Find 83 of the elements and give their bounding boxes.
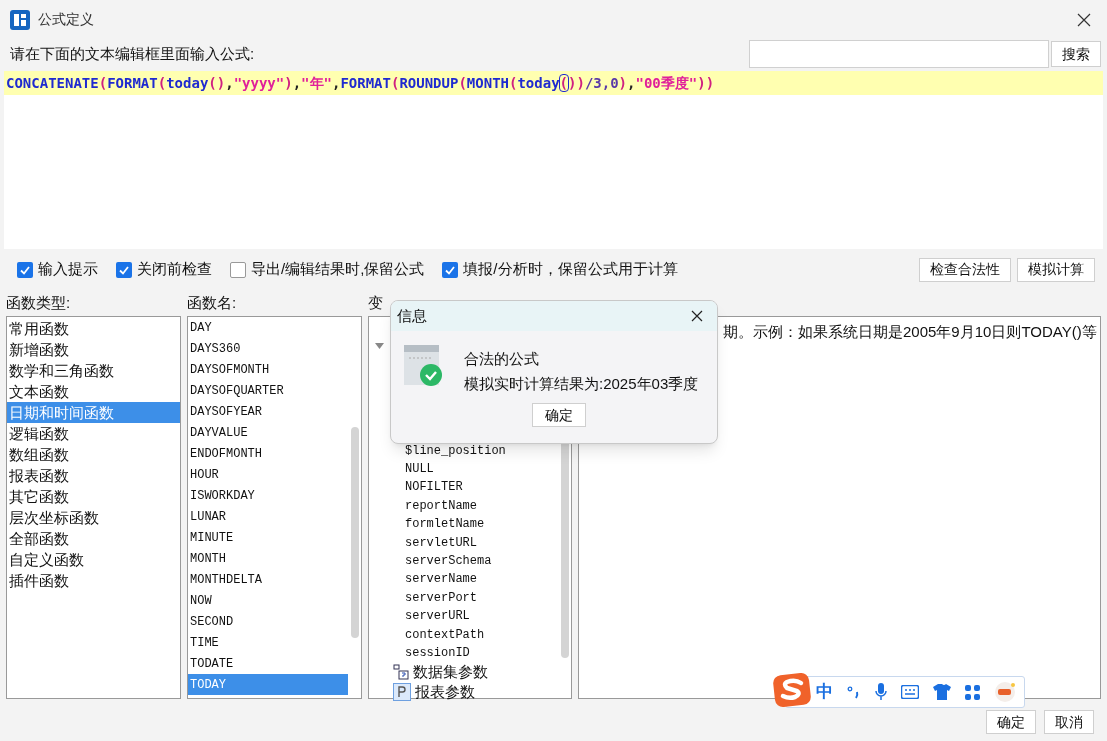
list-item[interactable]: MONTHDELTA — [188, 569, 348, 591]
list-item[interactable]: 文本函数 — [7, 381, 180, 403]
tree-item[interactable]: sessionID — [405, 643, 470, 662]
success-icon — [404, 345, 442, 387]
app-logo-icon — [10, 9, 30, 30]
list-item[interactable]: TODATE — [188, 653, 348, 675]
description-text: 期。示例：如果系统日期是2005年9月10日则TODAY()等 — [723, 323, 1097, 341]
list-item[interactable]: DAYSOFYEAR — [188, 401, 348, 423]
list-item[interactable]: 数学和三角函数 — [7, 360, 180, 382]
list-item[interactable]: DAYS360 — [188, 338, 348, 360]
ime-logo-icon[interactable] — [773, 673, 813, 709]
list-item[interactable]: 自定义函数 — [7, 549, 180, 571]
checkbox[interactable] — [17, 261, 33, 278]
checkbox[interactable] — [116, 261, 132, 278]
list-item[interactable]: SECOND — [188, 611, 348, 633]
tree-item[interactable]: serverURL — [405, 607, 470, 626]
formula-text: CONCATENATE(FORMAT(today(),"yyyy"),"年",FORMAT(ROUNDUP(MONTH(today())/3,0),"00季度")) — [6, 73, 715, 93]
list-item[interactable]: TIME — [188, 632, 348, 654]
list-item[interactable]: 数组函数 — [7, 444, 180, 466]
button[interactable]: 取消 — [1044, 710, 1094, 735]
tree-item[interactable]: contextPath — [405, 625, 485, 644]
dialog-message: 模拟实时计算结果为:2025年03季度 — [464, 373, 699, 394]
scrollbar-thumb[interactable] — [350, 427, 359, 639]
dataset-param-icon — [393, 664, 409, 681]
list-item[interactable]: 常用函数 — [7, 318, 180, 340]
shirt-icon[interactable] — [933, 684, 951, 700]
list-item[interactable]: 其它函数 — [7, 486, 180, 508]
dialog-heading: 合法的公式 — [464, 349, 540, 369]
button[interactable]: 检查合法性 — [919, 257, 1011, 282]
checkbox-label: 导出/编辑结果时,保留公式 — [251, 259, 425, 280]
report-param-icon — [393, 683, 411, 702]
tree-item[interactable]: serverPort — [405, 588, 477, 607]
list-item[interactable]: MONTH — [188, 548, 348, 570]
close-icon[interactable] — [691, 310, 703, 322]
checkbox-label: 填报/分析时，保留公式用于计算 — [463, 259, 678, 280]
list-item[interactable]: ENDOFMONTH — [188, 443, 348, 465]
list-item[interactable]: 报表函数 — [7, 465, 180, 487]
list-item[interactable]: DAY — [188, 317, 348, 339]
tree-item[interactable]: serverSchema — [405, 552, 492, 570]
formula-editor[interactable]: CONCATENATE(FORMAT(today(),"yyyy"),"年",FORMAT(ROUNDUP(MONTH(today())/3,0),"00季度")) — [4, 71, 1103, 249]
list-item[interactable]: 层次坐标函数 — [7, 507, 180, 529]
keyboard-icon[interactable] — [901, 685, 919, 699]
list-item[interactable]: 新增函数 — [7, 339, 180, 361]
list-item[interactable]: DAYVALUE — [188, 422, 348, 444]
list-item[interactable]: DAYSOFMONTH — [188, 359, 348, 381]
panel-title: 函数类型: — [6, 293, 72, 314]
list-item[interactable]: 逻辑函数 — [7, 423, 180, 445]
ime-mode[interactable]: 中 — [816, 679, 833, 705]
tree-item[interactable]: $line_position — [405, 441, 506, 460]
tree-item[interactable]: serverName — [405, 570, 477, 589]
expand-arrow-icon[interactable] — [375, 343, 384, 350]
dialog-title: 信息 — [397, 305, 427, 326]
microphone-icon[interactable] — [875, 683, 887, 701]
close-icon[interactable] — [1077, 12, 1091, 27]
tree-item[interactable]: servletURL — [405, 533, 477, 552]
list-item[interactable]: DAYSOFQUARTER — [188, 380, 348, 402]
checkbox-label: 关闭前检查 — [137, 259, 212, 280]
panel-title: 函数名: — [187, 293, 238, 314]
list-item[interactable]: MINUTE — [188, 527, 348, 549]
list-item[interactable]: 插件函数 — [7, 570, 180, 592]
mascot-icon[interactable] — [994, 681, 1016, 703]
button[interactable]: 确定 — [986, 710, 1036, 735]
search-field[interactable] — [749, 40, 1049, 69]
tree-item[interactable]: NOFILTER — [405, 478, 463, 497]
window-title: 公式定义 — [38, 10, 94, 30]
tree-item[interactable]: formletName — [405, 515, 485, 534]
checkbox-label: 输入提示 — [38, 259, 98, 280]
tree-item[interactable]: reportName — [405, 496, 477, 515]
checkbox[interactable] — [230, 261, 246, 278]
list-item[interactable]: LUNAR — [188, 506, 348, 528]
list-item[interactable]: HOUR — [188, 464, 348, 486]
prompt-label: 请在下面的文本编辑框里面输入公式: — [10, 44, 255, 65]
grid-icon[interactable] — [965, 684, 980, 700]
checkbox[interactable] — [442, 261, 459, 278]
panel-title: 变 — [368, 293, 383, 314]
tree-item[interactable]: NULL — [405, 460, 434, 479]
button[interactable]: 确定 — [532, 403, 586, 427]
list-item[interactable]: NOW — [188, 590, 348, 612]
button[interactable]: 搜索 — [1051, 41, 1101, 68]
list-item[interactable]: ISWORKDAY — [188, 485, 348, 507]
punctuation-icon[interactable] — [847, 685, 861, 699]
button[interactable]: 模拟计算 — [1017, 257, 1095, 282]
list-item[interactable]: 全部函数 — [7, 528, 180, 550]
